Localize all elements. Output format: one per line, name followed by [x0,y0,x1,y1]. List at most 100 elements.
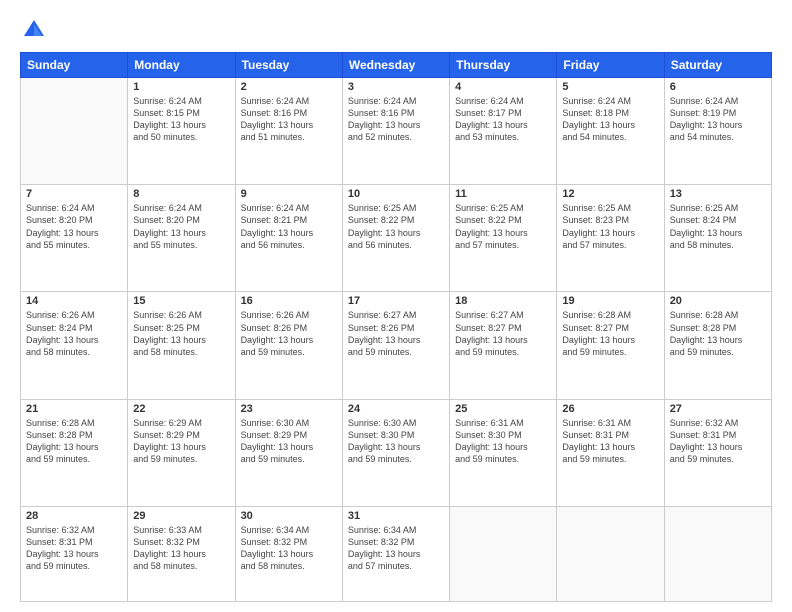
cell-info: Sunrise: 6:30 AM Sunset: 8:30 PM Dayligh… [348,417,444,466]
cell-info: Sunrise: 6:24 AM Sunset: 8:21 PM Dayligh… [241,202,337,251]
calendar-cell: 8Sunrise: 6:24 AM Sunset: 8:20 PM Daylig… [128,185,235,292]
calendar-week-row: 14 Sunrise: 6:26 AM Sunset: 8:24 PM Dayli… [21,292,772,399]
calendar-cell [21,78,128,185]
day-number: 26 [562,403,658,415]
day-number: 31 [348,510,444,522]
calendar-cell: 9 Sunrise: 6:24 AM Sunset: 8:21 PM Daylig… [235,185,342,292]
cell-info: Sunrise: 6:33 AM Sunset: 8:32 PM Dayligh… [133,524,229,573]
calendar-cell: 27 Sunrise: 6:32 AM Sunset: 8:31 PM Dayli… [664,399,771,506]
calendar-cell [557,506,664,601]
calendar-cell: 26Sunrise: 6:31 AM Sunset: 8:31 PM Dayli… [557,399,664,506]
calendar-week-row: 7 Sunrise: 6:24 AM Sunset: 8:20 PM Daylig… [21,185,772,292]
day-number: 18 [455,295,551,307]
cell-info: Sunrise: 6:31 AM Sunset: 8:30 PM Dayligh… [455,417,551,466]
cell-info: Sunrise: 6:24 AM Sunset: 8:18 PM Dayligh… [562,95,658,144]
cell-info: Sunrise: 6:27 AM Sunset: 8:26 PM Dayligh… [348,309,444,358]
weekday-header-cell: Wednesday [342,53,449,78]
day-number: 2 [241,81,337,93]
calendar-cell: 23Sunrise: 6:30 AM Sunset: 8:29 PM Dayli… [235,399,342,506]
calendar-cell: 5 Sunrise: 6:24 AM Sunset: 8:18 PM Daylig… [557,78,664,185]
day-number: 14 [26,295,122,307]
cell-info: Sunrise: 6:24 AM Sunset: 8:16 PM Dayligh… [348,95,444,144]
cell-info: Sunrise: 6:24 AM Sunset: 8:19 PM Dayligh… [670,95,766,144]
calendar-cell: 10 Sunrise: 6:25 AM Sunset: 8:22 PM Dayli… [342,185,449,292]
day-number: 3 [348,81,444,93]
day-number: 23 [241,403,337,415]
day-number: 19 [562,295,658,307]
page: SundayMondayTuesdayWednesdayThursdayFrid… [0,0,792,612]
calendar-cell: 1 Sunrise: 6:24 AM Sunset: 8:15 PM Daylig… [128,78,235,185]
day-number: 28 [26,510,122,522]
calendar-cell: 19 Sunrise: 6:28 AM Sunset: 8:27 PM Dayli… [557,292,664,399]
header [20,16,772,44]
day-number: 10 [348,188,444,200]
calendar-cell [664,506,771,601]
day-number: 9 [241,188,337,200]
day-number: 15 [133,295,229,307]
day-number: 1 [133,81,229,93]
calendar-cell: 4Sunrise: 6:24 AM Sunset: 8:17 PM Daylig… [450,78,557,185]
day-number: 27 [670,403,766,415]
day-number: 7 [26,188,122,200]
weekday-header-row: SundayMondayTuesdayWednesdayThursdayFrid… [21,53,772,78]
day-number: 12 [562,188,658,200]
day-number: 6 [670,81,766,93]
cell-info: Sunrise: 6:34 AM Sunset: 8:32 PM Dayligh… [241,524,337,573]
calendar-cell: 2 Sunrise: 6:24 AM Sunset: 8:16 PM Daylig… [235,78,342,185]
calendar-cell: 30 Sunrise: 6:34 AM Sunset: 8:32 PM Dayli… [235,506,342,601]
day-number: 13 [670,188,766,200]
day-number: 21 [26,403,122,415]
cell-info: Sunrise: 6:29 AM Sunset: 8:29 PM Dayligh… [133,417,229,466]
calendar-cell: 18 Sunrise: 6:27 AM Sunset: 8:27 PM Dayli… [450,292,557,399]
cell-info: Sunrise: 6:26 AM Sunset: 8:25 PM Dayligh… [133,309,229,358]
day-number: 30 [241,510,337,522]
calendar-cell: 25 Sunrise: 6:31 AM Sunset: 8:30 PM Dayli… [450,399,557,506]
calendar-cell: 15 Sunrise: 6:26 AM Sunset: 8:25 PM Dayli… [128,292,235,399]
calendar-body: 1 Sunrise: 6:24 AM Sunset: 8:15 PM Daylig… [21,78,772,602]
day-number: 4 [455,81,551,93]
calendar-cell: 3 Sunrise: 6:24 AM Sunset: 8:16 PM Daylig… [342,78,449,185]
day-number: 17 [348,295,444,307]
calendar-cell: 14 Sunrise: 6:26 AM Sunset: 8:24 PM Dayli… [21,292,128,399]
calendar-cell: 20Sunrise: 6:28 AM Sunset: 8:28 PM Dayli… [664,292,771,399]
calendar-cell: 28 Sunrise: 6:32 AM Sunset: 8:31 PM Dayli… [21,506,128,601]
day-number: 29 [133,510,229,522]
calendar-week-row: 28 Sunrise: 6:32 AM Sunset: 8:31 PM Dayli… [21,506,772,601]
cell-info: Sunrise: 6:27 AM Sunset: 8:27 PM Dayligh… [455,309,551,358]
cell-info: Sunrise: 6:25 AM Sunset: 8:22 PM Dayligh… [455,202,551,251]
calendar-cell: 7 Sunrise: 6:24 AM Sunset: 8:20 PM Daylig… [21,185,128,292]
cell-info: Sunrise: 6:25 AM Sunset: 8:24 PM Dayligh… [670,202,766,251]
calendar-cell: 12Sunrise: 6:25 AM Sunset: 8:23 PM Dayli… [557,185,664,292]
calendar-cell: 21Sunrise: 6:28 AM Sunset: 8:28 PM Dayli… [21,399,128,506]
cell-info: Sunrise: 6:32 AM Sunset: 8:31 PM Dayligh… [26,524,122,573]
day-number: 24 [348,403,444,415]
weekday-header-cell: Saturday [664,53,771,78]
day-number: 5 [562,81,658,93]
cell-info: Sunrise: 6:26 AM Sunset: 8:26 PM Dayligh… [241,309,337,358]
cell-info: Sunrise: 6:28 AM Sunset: 8:27 PM Dayligh… [562,309,658,358]
cell-info: Sunrise: 6:24 AM Sunset: 8:20 PM Dayligh… [26,202,122,251]
day-number: 16 [241,295,337,307]
calendar-cell: 22 Sunrise: 6:29 AM Sunset: 8:29 PM Dayli… [128,399,235,506]
cell-info: Sunrise: 6:26 AM Sunset: 8:24 PM Dayligh… [26,309,122,358]
calendar-week-row: 1 Sunrise: 6:24 AM Sunset: 8:15 PM Daylig… [21,78,772,185]
logo-icon [20,16,48,44]
calendar-cell: 24 Sunrise: 6:30 AM Sunset: 8:30 PM Dayli… [342,399,449,506]
cell-info: Sunrise: 6:25 AM Sunset: 8:22 PM Dayligh… [348,202,444,251]
cell-info: Sunrise: 6:24 AM Sunset: 8:15 PM Dayligh… [133,95,229,144]
weekday-header-cell: Thursday [450,53,557,78]
calendar-cell: 16 Sunrise: 6:26 AM Sunset: 8:26 PM Dayli… [235,292,342,399]
calendar-cell: 31 Sunrise: 6:34 AM Sunset: 8:32 PM Dayli… [342,506,449,601]
cell-info: Sunrise: 6:32 AM Sunset: 8:31 PM Dayligh… [670,417,766,466]
day-number: 25 [455,403,551,415]
calendar-cell: 29 Sunrise: 6:33 AM Sunset: 8:32 PM Dayli… [128,506,235,601]
day-number: 11 [455,188,551,200]
weekday-header-cell: Monday [128,53,235,78]
day-number: 22 [133,403,229,415]
weekday-header-cell: Friday [557,53,664,78]
calendar-cell: 11 Sunrise: 6:25 AM Sunset: 8:22 PM Dayli… [450,185,557,292]
calendar-week-row: 21Sunrise: 6:28 AM Sunset: 8:28 PM Dayli… [21,399,772,506]
cell-info: Sunrise: 6:34 AM Sunset: 8:32 PM Dayligh… [348,524,444,573]
cell-info: Sunrise: 6:24 AM Sunset: 8:16 PM Dayligh… [241,95,337,144]
calendar-table: SundayMondayTuesdayWednesdayThursdayFrid… [20,52,772,602]
